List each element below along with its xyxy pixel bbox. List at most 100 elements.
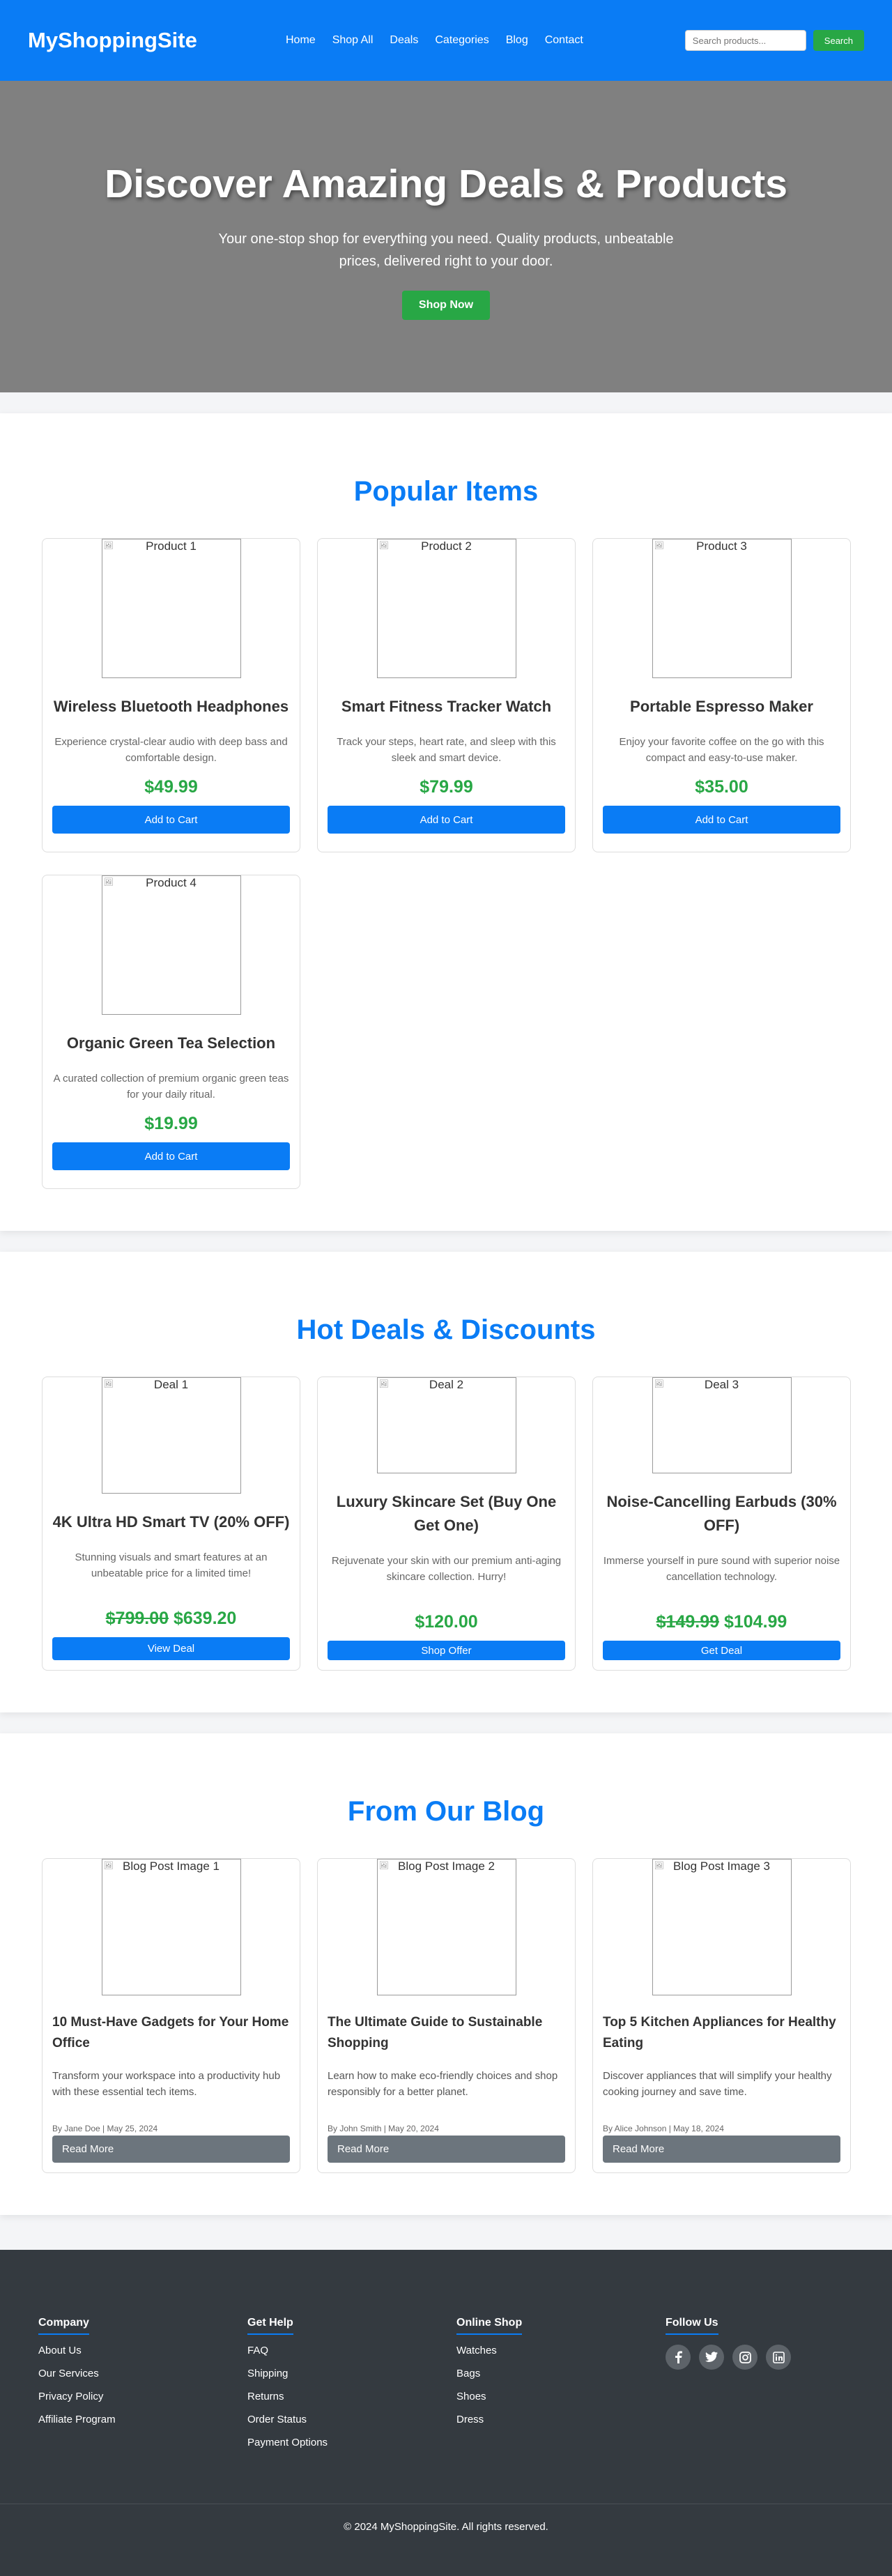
product-image[interactable]: 🖼 Product 3	[652, 539, 792, 678]
footer-link-shoes[interactable]: Shoes	[456, 2391, 666, 2402]
site-logo[interactable]: MyShoppingSite	[28, 28, 286, 53]
blog-post-excerpt: Discover appliances that will simplify y…	[603, 2069, 832, 2098]
blog-post-meta: By Jane Doe | May 25, 2024	[52, 2123, 158, 2133]
nav-home[interactable]: Home	[286, 34, 316, 47]
shop-now-button[interactable]: Shop Now	[402, 290, 490, 320]
add-to-cart-button[interactable]: Add to Cart	[52, 1142, 290, 1170]
footer-col-online-shop: Online Shop Watches Bags Shoes Dress	[456, 2317, 666, 2462]
product-card: 🖼 Product 1 Wireless Bluetooth Headphones…	[42, 538, 300, 852]
read-more-button[interactable]: Read More	[328, 2135, 565, 2163]
nav-contact[interactable]: Contact	[545, 34, 583, 47]
product-card: 🖼 Product 4 Organic Green Tea Selection A…	[42, 875, 300, 1189]
deal-old-price: $799.00	[105, 1608, 169, 1628]
view-deal-button[interactable]: View Deal	[52, 1636, 290, 1660]
footer-link-about-us[interactable]: About Us	[38, 2345, 247, 2356]
blog-post-title[interactable]: Top 5 Kitchen Appliances for Healthy Eat…	[603, 2012, 840, 2054]
footer-col-get-help: Get Help FAQ Shipping Returns Order Stat…	[247, 2317, 456, 2462]
footer-heading: Company	[38, 2317, 89, 2335]
nav-categories[interactable]: Categories	[435, 34, 489, 47]
deal-name: 4K Ultra HD Smart TV (20% OFF)	[52, 1512, 290, 1531]
broken-image-icon: 🖼	[103, 1380, 114, 1388]
product-image-alt: Product 1	[146, 539, 197, 553]
blog-image-alt: Blog Post Image 1	[123, 1860, 220, 1873]
search-box: Search	[684, 30, 864, 51]
deal-card: 🖼 Deal 2 Luxury Skincare Set (Buy One Get…	[317, 1377, 576, 1671]
instagram-icon[interactable]	[732, 2345, 758, 2370]
blog-post-excerpt: Learn how to make eco-friendly choices a…	[328, 2069, 558, 2098]
section-title: Popular Items	[353, 476, 539, 507]
nav-shop-all[interactable]: Shop All	[332, 34, 374, 47]
main-nav: Home Shop All Deals Categories Blog Cont…	[286, 34, 685, 47]
deal-new-price: $120.00	[415, 1612, 478, 1632]
broken-image-icon: 🖼	[103, 542, 114, 550]
blog-post-meta: By Alice Johnson | May 18, 2024	[603, 2123, 724, 2133]
footer-link-shipping[interactable]: Shipping	[247, 2368, 456, 2379]
product-description: Experience crystal-clear audio with deep…	[54, 736, 288, 764]
footer-link-bags[interactable]: Bags	[456, 2368, 666, 2379]
product-image[interactable]: 🖼 Product 1	[101, 539, 241, 678]
footer-col-follow-us: Follow Us	[666, 2317, 875, 2462]
deal-card: 🖼 Deal 1 4K Ultra HD Smart TV (20% OFF) S…	[42, 1377, 300, 1671]
product-name: Organic Green Tea Selection	[66, 1034, 276, 1052]
footer-link-returns[interactable]: Returns	[247, 2391, 456, 2402]
blog-post-title[interactable]: The Ultimate Guide to Sustainable Shoppi…	[328, 2012, 565, 2054]
facebook-icon[interactable]	[666, 2345, 691, 2370]
deal-name: Luxury Skincare Set (Buy One Get One)	[336, 1493, 557, 1535]
footer-link-watches[interactable]: Watches	[456, 2345, 666, 2356]
footer-link-privacy-policy[interactable]: Privacy Policy	[38, 2391, 247, 2402]
read-more-button[interactable]: Read More	[52, 2135, 290, 2163]
deal-image[interactable]: 🖼 Deal 3	[652, 1377, 792, 1474]
nav-blog[interactable]: Blog	[506, 34, 528, 47]
footer-columns: Company About Us Our Services Privacy Po…	[0, 2250, 892, 2504]
hero-title: Discover Amazing Deals & Products	[105, 161, 787, 206]
product-price: $49.99	[144, 777, 198, 797]
product-grid: 🖼 Product 1 Wireless Bluetooth Headphones…	[42, 538, 851, 1189]
blog-card: 🖼 Blog Post Image 1 10 Must-Have Gadgets …	[42, 1858, 300, 2173]
product-name: Wireless Bluetooth Headphones	[53, 698, 289, 715]
blog-post-title[interactable]: 10 Must-Have Gadgets for Your Home Offic…	[52, 2012, 290, 2054]
blog-image-alt: Blog Post Image 2	[398, 1860, 495, 1873]
product-price: $19.99	[144, 1114, 198, 1133]
get-deal-button[interactable]: Get Deal	[603, 1641, 840, 1660]
product-image-alt: Product 3	[696, 539, 747, 553]
footer-link-order-status[interactable]: Order Status	[247, 2414, 456, 2425]
footer-link-our-services[interactable]: Our Services	[38, 2368, 247, 2379]
product-price: $79.99	[420, 777, 473, 797]
section-title: Hot Deals & Discounts	[296, 1314, 596, 1345]
add-to-cart-button[interactable]: Add to Cart	[603, 806, 840, 834]
search-input[interactable]	[684, 30, 806, 51]
footer-link-affiliate-program[interactable]: Affiliate Program	[38, 2414, 247, 2425]
footer-col-company: Company About Us Our Services Privacy Po…	[38, 2317, 247, 2462]
product-image-alt: Product 2	[421, 539, 472, 553]
twitter-icon[interactable]	[699, 2345, 724, 2370]
add-to-cart-button[interactable]: Add to Cart	[328, 806, 565, 834]
blog-image[interactable]: 🖼 Blog Post Image 1	[101, 1859, 241, 1995]
product-image[interactable]: 🖼 Product 2	[376, 539, 516, 678]
broken-image-icon: 🖼	[378, 1380, 389, 1388]
footer-link-faq[interactable]: FAQ	[247, 2345, 456, 2356]
deal-price: $799.00 $639.20	[52, 1609, 290, 1629]
deal-image[interactable]: 🖼 Deal 2	[376, 1377, 516, 1474]
broken-image-icon: 🖼	[103, 1862, 114, 1870]
add-to-cart-button[interactable]: Add to Cart	[52, 806, 290, 834]
linkedin-icon[interactable]	[766, 2345, 791, 2370]
deal-image-alt: Deal 3	[704, 1378, 739, 1391]
deal-price: $149.99 $104.99	[603, 1612, 840, 1632]
search-button[interactable]: Search	[813, 30, 864, 51]
hero-banner: Discover Amazing Deals & Products Your o…	[0, 81, 892, 392]
product-card: 🖼 Product 3 Portable Espresso Maker Enjoy…	[592, 538, 851, 852]
deal-image[interactable]: 🖼 Deal 1	[101, 1377, 241, 1494]
deal-description: Stunning visuals and smart features at a…	[75, 1551, 268, 1579]
deal-new-price: $104.99	[723, 1612, 787, 1632]
deal-image-alt: Deal 1	[153, 1378, 189, 1391]
blog-image[interactable]: 🖼 Blog Post Image 2	[376, 1859, 516, 1995]
blog-grid: 🖼 Blog Post Image 1 10 Must-Have Gadgets …	[42, 1858, 851, 2173]
footer-link-payment-options[interactable]: Payment Options	[247, 2437, 456, 2448]
read-more-button[interactable]: Read More	[603, 2135, 840, 2163]
shop-offer-button[interactable]: Shop Offer	[328, 1641, 565, 1660]
product-image[interactable]: 🖼 Product 4	[101, 875, 241, 1015]
blog-image[interactable]: 🖼 Blog Post Image 3	[652, 1859, 792, 1995]
broken-image-icon: 🖼	[378, 542, 389, 550]
footer-link-dress[interactable]: Dress	[456, 2414, 666, 2425]
nav-deals[interactable]: Deals	[390, 34, 418, 47]
